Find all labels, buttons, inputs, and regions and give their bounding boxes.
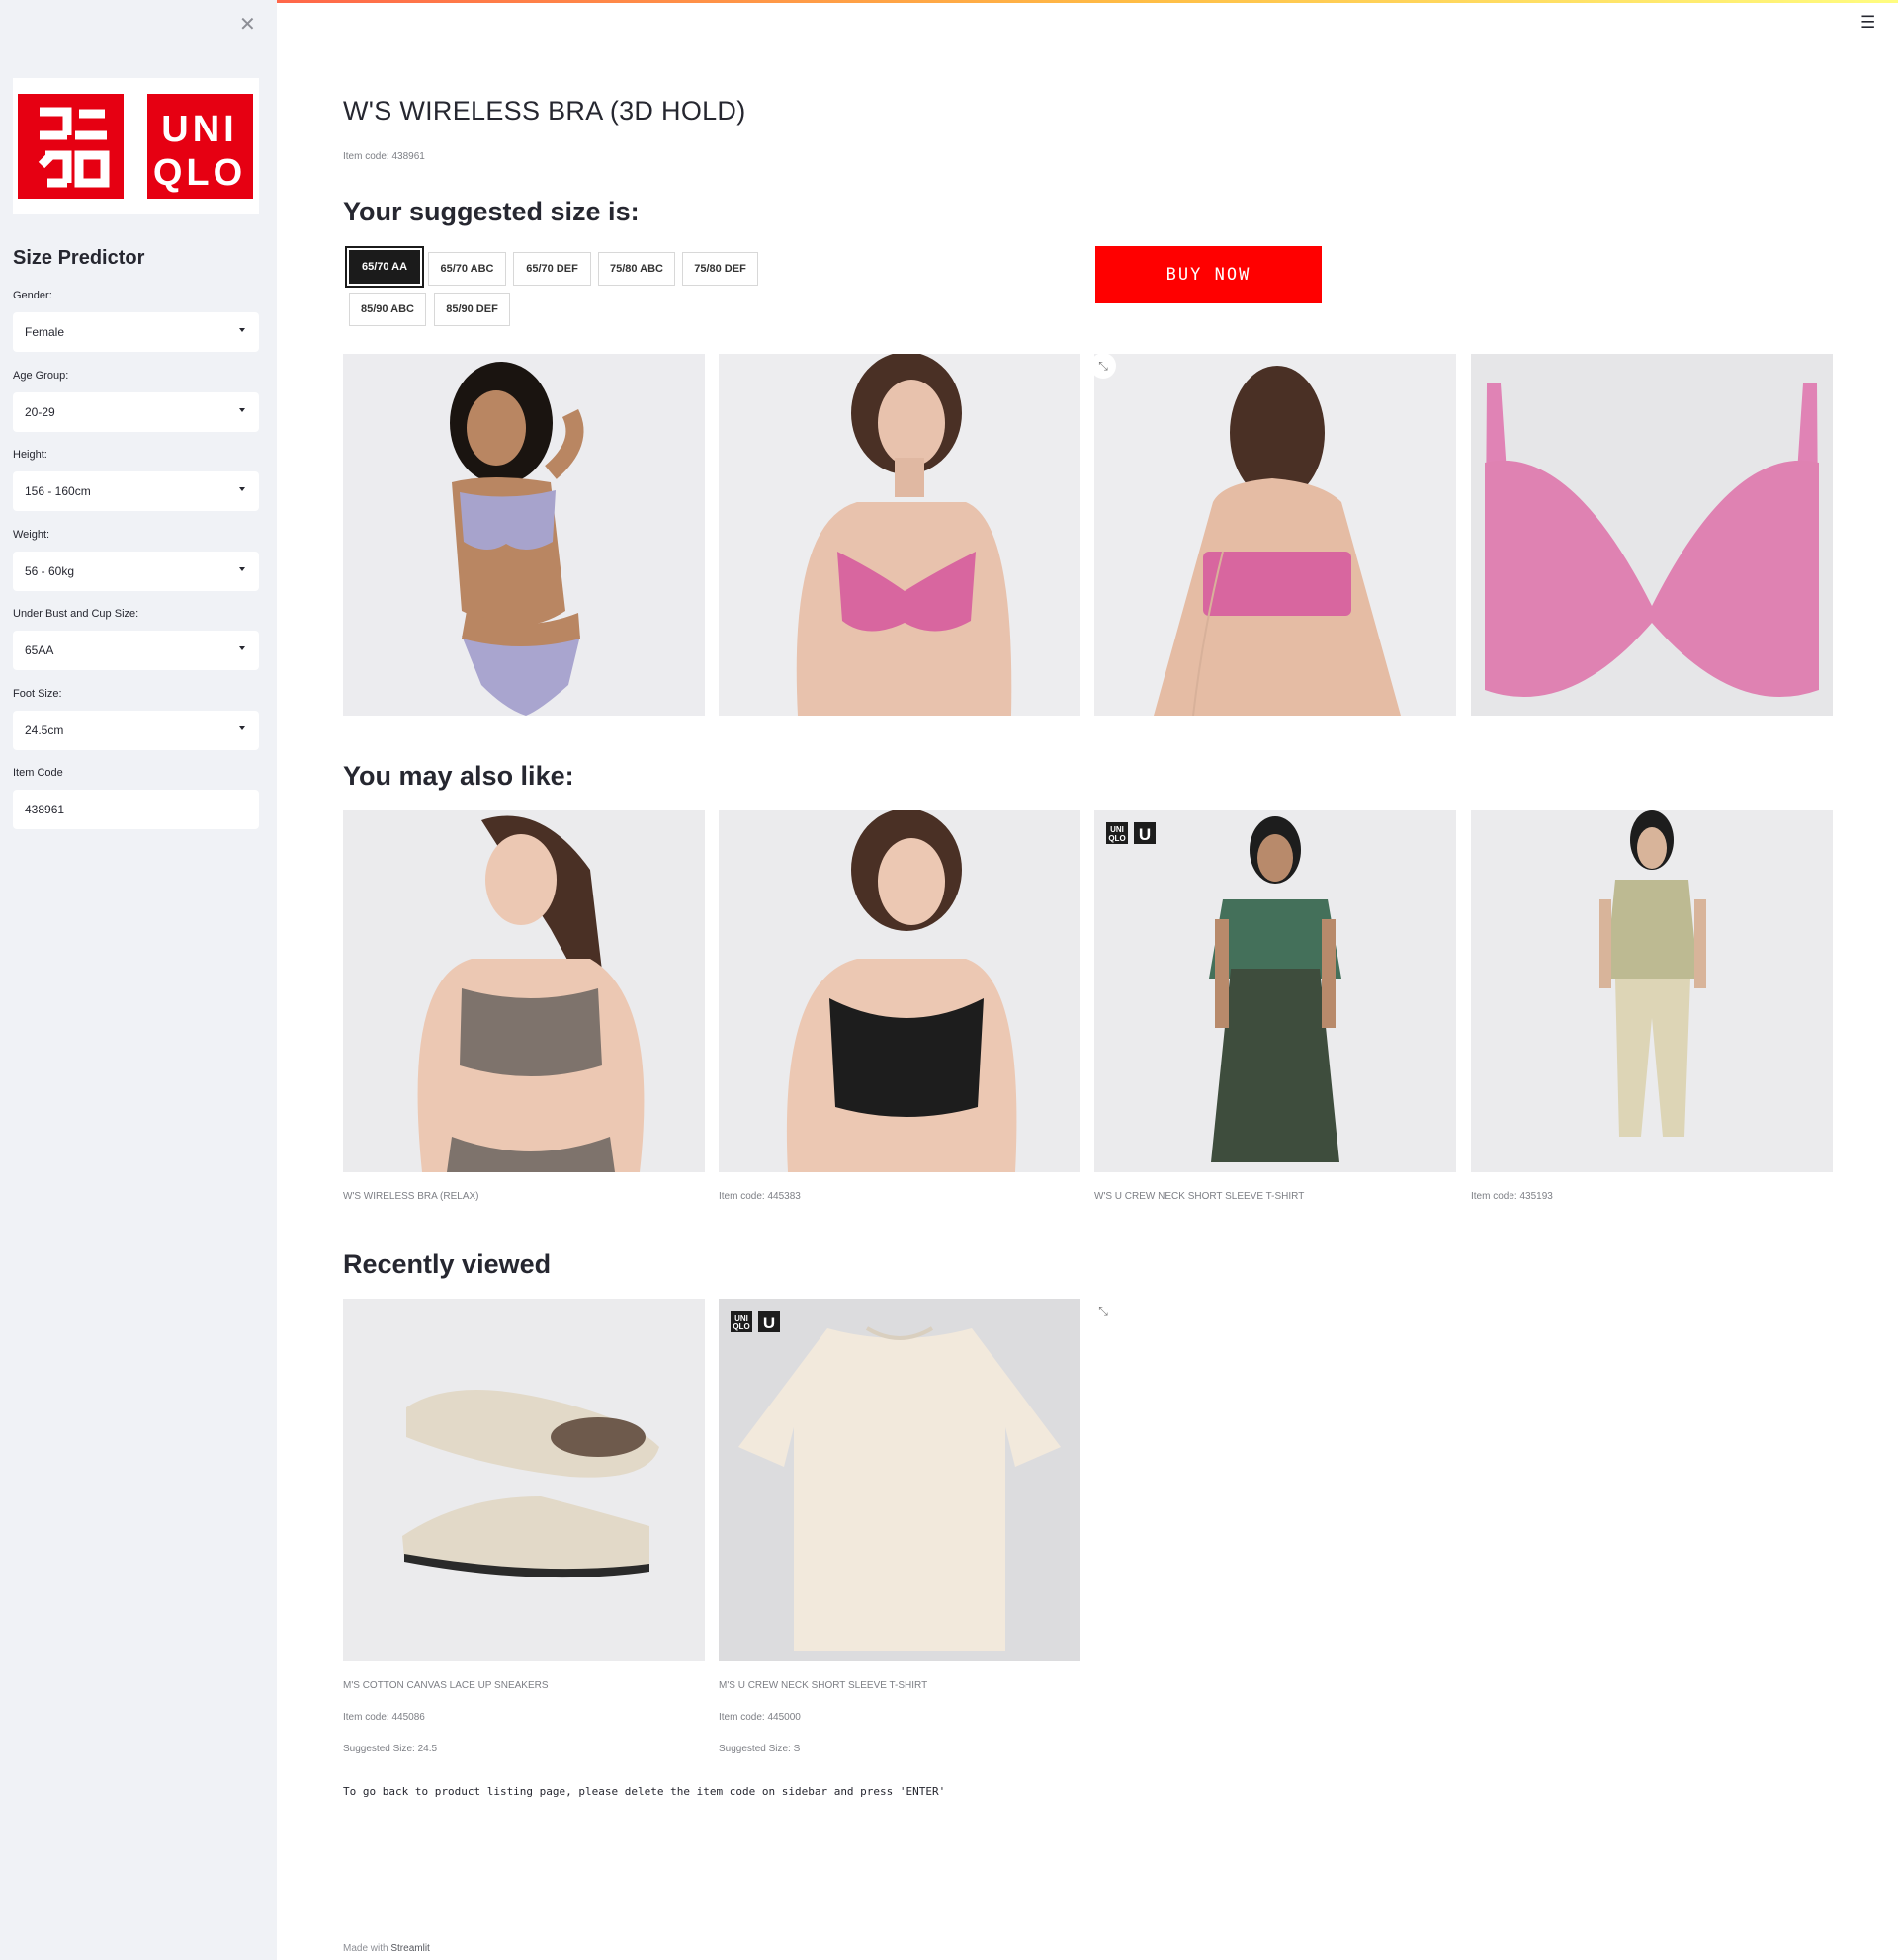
size-option-85-90-def[interactable]: 85/90 DEF [434,293,510,326]
close-icon[interactable]: ✕ [239,12,256,37]
recent-name-1: M'S COTTON CANVAS LACE UP SNEAKERS [343,1680,549,1691]
hamburger-menu-icon[interactable]: ☰ [1860,13,1875,33]
height-label: Height: [13,449,47,461]
sidebar: ✕ UNI QLO Size Predictor Gender: Female … [0,0,277,1960]
svg-text:UNI: UNI [1110,825,1124,834]
chevron-down-icon [239,328,245,332]
gender-value: Female [25,325,65,339]
item-code-value: 438961 [25,803,65,816]
uniqlo-u-badge: UNI QLO U [1106,822,1158,849]
logo-uniqlo-tile: UNI QLO [147,94,253,199]
foot-size-label: Foot Size: [13,688,62,700]
also-like-image-4[interactable] [1471,810,1833,1172]
size-option-75-80-def[interactable]: 75/80 DEF [682,252,758,286]
uniqlo-logo: UNI QLO [13,78,259,214]
size-option-75-80-abc[interactable]: 75/80 ABC [598,252,675,286]
recent-code-1: Item code: 445086 [343,1712,425,1723]
also-like-caption-1: W'S WIRELESS BRA (RELAX) [343,1191,479,1202]
also-like-image-2[interactable] [719,810,1080,1172]
suggested-size-heading: Your suggested size is: [343,197,640,226]
bust-cup-label: Under Bust and Cup Size: [13,608,139,620]
height-select[interactable]: 156 - 160cm [13,471,259,511]
chevron-down-icon [239,567,245,571]
logo-katakana-tile [18,94,124,199]
foot-size-value: 24.5cm [25,724,64,737]
expand-icon[interactable]: ⤡ [1090,1298,1116,1323]
svg-text:U: U [1139,825,1151,844]
size-option-65-70-def[interactable]: 65/70 DEF [513,252,591,286]
weight-label: Weight: [13,529,50,541]
product-item-code: Item code: 438961 [343,151,425,162]
also-like-caption-4: Item code: 435193 [1471,1191,1553,1202]
also-like-heading: You may also like: [343,761,574,791]
expand-icon[interactable]: ⤡ [1090,353,1116,379]
svg-text:QLO: QLO [1108,834,1125,843]
recent-image-1[interactable] [343,1299,705,1661]
size-option-85-90-abc[interactable]: 85/90 ABC [349,293,426,326]
svg-text:UNI: UNI [161,109,237,150]
recent-size-2: Suggested Size: S [719,1744,801,1754]
product-image-3[interactable] [1094,354,1456,716]
also-like-image-1[interactable] [343,810,705,1172]
back-instruction-note: To go back to product listing page, plea… [343,1785,946,1798]
svg-text:QLO: QLO [153,152,246,194]
recently-viewed-heading: Recently viewed [343,1249,552,1279]
also-like-caption-2: Item code: 445383 [719,1191,801,1202]
streamlit-link[interactable]: Streamlit [390,1943,429,1954]
foot-size-select[interactable]: 24.5cm [13,711,259,750]
chevron-down-icon [239,408,245,412]
footer: Made with Streamlit [343,1943,430,1954]
gender-select[interactable]: Female [13,312,259,352]
recent-size-1: Suggested Size: 24.5 [343,1744,438,1754]
svg-text:QLO: QLO [733,1322,749,1331]
recent-name-2: M'S U CREW NECK SHORT SLEEVE T-SHIRT [719,1680,928,1691]
chevron-down-icon [239,726,245,730]
age-group-label: Age Group: [13,370,69,382]
size-option-65-70-aa[interactable]: 65/70 AA [345,246,424,288]
gender-label: Gender: [13,290,52,301]
svg-text:U: U [763,1314,775,1332]
product-image-4[interactable] [1471,354,1833,716]
uniqlo-u-badge: UNI QLO U [731,1311,782,1337]
bust-cup-value: 65AA [25,643,54,657]
chevron-down-icon [239,646,245,650]
weight-value: 56 - 60kg [25,564,75,578]
bust-cup-select[interactable]: 65AA [13,631,259,670]
product-title: W'S WIRELESS BRA (3D HOLD) [343,96,746,126]
product-image-1[interactable] [343,354,705,716]
age-group-select[interactable]: 20-29 [13,392,259,432]
age-group-value: 20-29 [25,405,55,419]
svg-text:UNI: UNI [734,1314,748,1322]
weight-select[interactable]: 56 - 60kg [13,552,259,591]
item-code-input[interactable]: 438961 [13,790,259,829]
item-code-label: Item Code [13,767,63,779]
chevron-down-icon [239,487,245,491]
also-like-caption-3: W'S U CREW NECK SHORT SLEEVE T-SHIRT [1094,1191,1305,1202]
top-decoration-bar [0,0,1898,3]
buy-now-button[interactable]: BUY NOW [1095,246,1322,303]
recent-code-2: Item code: 445000 [719,1712,801,1723]
size-option-65-70-abc[interactable]: 65/70 ABC [428,252,506,286]
footer-prefix: Made with [343,1943,391,1954]
product-image-2[interactable] [719,354,1080,716]
height-value: 156 - 160cm [25,484,91,498]
recent-image-2[interactable]: UNI QLO U [719,1299,1080,1661]
sidebar-title: Size Predictor [13,247,145,269]
also-like-image-3[interactable]: UNI QLO U [1094,810,1456,1172]
